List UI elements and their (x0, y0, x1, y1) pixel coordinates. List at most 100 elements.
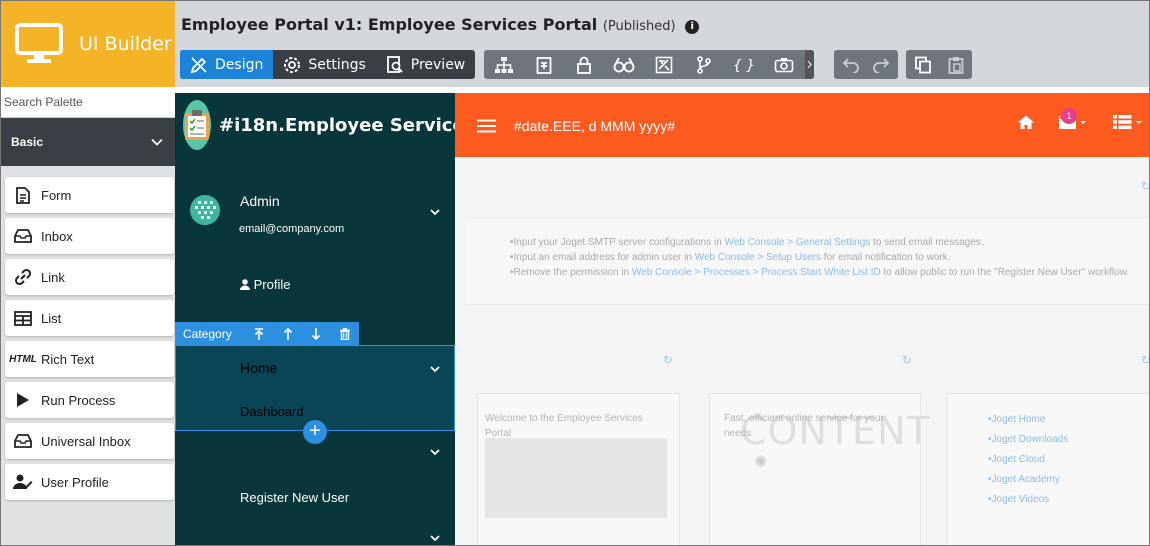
paste-button[interactable] (939, 50, 972, 79)
user-name: Admin (240, 193, 280, 209)
setup-notice: •Input your Joget SMTP server configurat… (510, 235, 1129, 280)
avatar (190, 195, 220, 225)
tree-button[interactable] (484, 50, 524, 79)
palette-item-list[interactable]: List (5, 300, 174, 336)
move-down-button[interactable] (302, 327, 331, 340)
undo-icon (842, 57, 859, 73)
menu-item-dashboard[interactable]: Dashboard (240, 404, 304, 419)
undo-redo-group (834, 50, 898, 79)
copy-button[interactable] (906, 50, 939, 79)
sidebar-header: #i18n.Employee Services P (175, 93, 455, 157)
palette-item-label: User Profile (41, 474, 109, 490)
form-icon (5, 186, 41, 204)
builder-toolbar: Employee Portal v1: Employee Services Po… (175, 1, 1149, 87)
preview-tab[interactable]: Preview (376, 50, 476, 79)
user-profile-block[interactable]: Admin email@company.com (175, 183, 455, 243)
camera-icon (774, 57, 794, 72)
app-status: (Published) (602, 19, 676, 34)
palette-item-label: Rich Text (41, 351, 95, 367)
inbox-icon (5, 229, 41, 243)
profile-label: Profile (253, 277, 291, 292)
chevron-down-icon[interactable] (430, 366, 440, 373)
palette-item-user-profile[interactable]: User Profile (5, 464, 174, 500)
image-placeholder (485, 438, 667, 518)
trash-icon (339, 327, 350, 340)
loading-spinner-icon: ✺ (754, 454, 768, 471)
binoculars-button[interactable] (604, 50, 644, 79)
menu-item-register-new-user[interactable]: Register New User (240, 490, 349, 505)
menu-list-icon[interactable] (1113, 115, 1145, 129)
list-item[interactable]: •Joget Cloud (988, 454, 1068, 474)
mode-tabs: Design Settings Preview (180, 50, 476, 79)
palette-item-rich-text[interactable]: HTML Rich Text (5, 341, 174, 377)
arrow-up-icon (283, 327, 292, 340)
list-item[interactable]: •Joget Academy (988, 474, 1068, 494)
list-item[interactable]: •Joget Home (988, 414, 1068, 434)
design-tab[interactable]: Design (180, 50, 274, 79)
hamburger-icon[interactable] (477, 119, 496, 133)
chevron-down-icon[interactable] (430, 449, 440, 456)
refresh-icon[interactable]: ↻ (902, 353, 912, 367)
palette-item-link[interactable]: Link (5, 259, 174, 295)
palette-item-universal-inbox[interactable]: Universal Inbox (5, 423, 174, 459)
html-icon: HTML (9, 353, 37, 365)
refresh-icon[interactable]: ↻ (663, 353, 673, 367)
undo-button[interactable] (834, 50, 866, 79)
notice-link[interactable]: Web Console > Setup Users (695, 252, 821, 263)
design-tab-label: Design (215, 56, 264, 73)
list-item[interactable]: •Joget Videos (988, 494, 1068, 514)
code-branch-icon (697, 55, 711, 74)
chevron-down-icon[interactable] (430, 209, 440, 216)
braces-icon: { } (734, 58, 754, 74)
palette-item-form[interactable]: Form (5, 177, 174, 213)
app-title-text: Employee Portal v1: Employee Services Po… (181, 15, 598, 34)
palette-item-label: Inbox (41, 228, 73, 244)
i18n-button[interactable] (644, 50, 684, 79)
list-item[interactable]: •Joget Downloads (988, 434, 1068, 454)
content-card: CONTENT Fast, efficient online service f… (709, 393, 930, 545)
notice-link[interactable]: Web Console > Processes > Process Start … (632, 267, 881, 278)
welcome-text: Welcome to the Employee Services Portal (485, 413, 643, 439)
chevron-down-icon[interactable] (430, 535, 440, 542)
refresh-icon[interactable]: ↻ (1141, 353, 1149, 367)
settings-tab-label: Settings (308, 56, 366, 73)
json-button[interactable]: { } (724, 50, 764, 79)
copy-paste-group (906, 50, 972, 79)
delete-button[interactable] (330, 327, 359, 340)
palette-category-basic[interactable]: Basic (1, 118, 175, 166)
palette: Basic Form Inbox Link List HTML Rich (1, 87, 175, 545)
refresh-icon[interactable]: ↻ (1141, 179, 1149, 193)
permission-button[interactable] (564, 50, 604, 79)
notice-line: •Input an email address for admin user i… (510, 252, 951, 263)
palette-item-inbox[interactable]: Inbox (5, 218, 174, 254)
home-icon[interactable] (1018, 115, 1034, 129)
add-menu-button[interactable]: + (303, 420, 327, 444)
palette-search-input[interactable] (1, 87, 175, 118)
settings-tab[interactable]: Settings (273, 50, 375, 79)
binoculars-icon (613, 57, 635, 72)
move-top-button[interactable] (245, 327, 274, 340)
arrow-up-bar-icon (254, 327, 264, 340)
portal-header: #date.EEE, d MMM yyyy# 1 (455, 93, 1149, 157)
sidebar-item-profile[interactable]: Profile (240, 277, 290, 292)
language-icon (655, 56, 673, 73)
branch-button[interactable] (684, 50, 724, 79)
arrow-down-icon (312, 327, 321, 340)
info-icon[interactable]: i (685, 20, 700, 34)
properties-button[interactable] (524, 50, 564, 79)
play-icon (5, 392, 41, 408)
ui-builder-window: UI Builder Employee Portal v1: Employee … (0, 0, 1150, 546)
preview-search-icon (386, 55, 403, 73)
screenshot-button[interactable] (764, 50, 804, 79)
selected-category[interactable]: Home Dashboard (175, 345, 455, 431)
toolbar-scroll-handle[interactable] (805, 50, 814, 79)
portal-logo (183, 100, 211, 150)
move-up-button[interactable] (273, 327, 302, 340)
notice-link[interactable]: Web Console > General Settings (725, 237, 871, 248)
notice-line: •Input your Joget SMTP server configurat… (510, 237, 984, 248)
canvas-sidebar: #i18n.Employee Services P Admin email@co… (175, 93, 455, 545)
palette-item-run-process[interactable]: Run Process (5, 382, 174, 418)
table-icon (5, 310, 41, 326)
chevron-right-icon (807, 60, 812, 69)
redo-button[interactable] (866, 50, 898, 79)
